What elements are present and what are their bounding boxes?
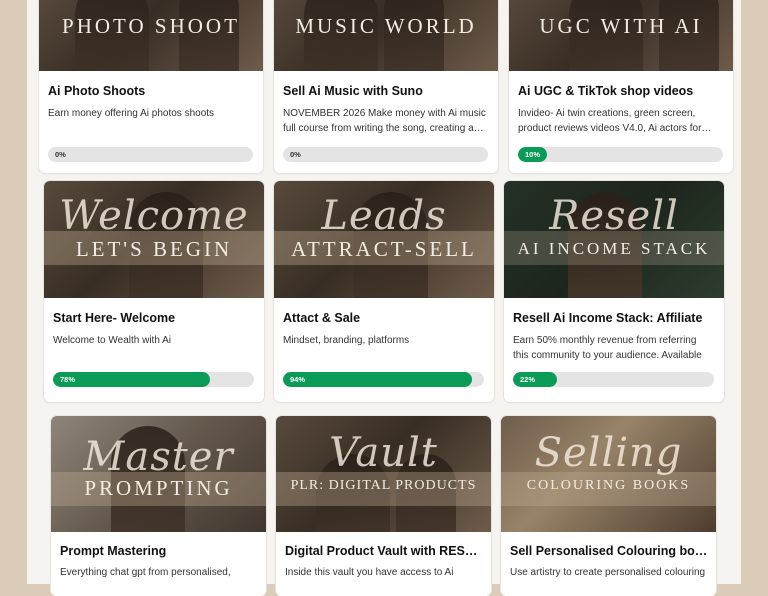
course-card-personalised-colouring-books[interactable]: Selling COLOURING BOOKS Sell Personalise… <box>501 416 716 596</box>
course-description: Everything chat gpt from personalised, <box>60 567 231 578</box>
course-title[interactable]: Ai Photo Shoots <box>48 84 255 98</box>
course-cover-image: Resell AI INCOME STACK <box>504 181 724 298</box>
course-title[interactable]: Start Here- Welcome <box>53 311 256 325</box>
cover-caption: LET'S BEGIN <box>75 237 233 261</box>
cover-caption: UGC WITH AI <box>539 14 703 38</box>
cover-script-title: Welcome <box>59 193 249 239</box>
course-card-start-here-welcome[interactable]: Welcome LET'S BEGIN Start Here- Welcome … <box>44 181 264 402</box>
course-card-attact-sale[interactable]: Leads ATTRACT-SELL Attact & Sale Mindset… <box>274 181 494 402</box>
course-progress-label: 94% <box>290 375 306 384</box>
course-description: Earn 50% monthly revenue from referring … <box>513 335 702 361</box>
course-cover-image: UGC WITH AI <box>509 0 733 71</box>
cover-caption: COLOURING BOOKS <box>526 478 691 493</box>
course-progress-bar: 0% <box>48 147 253 162</box>
course-card-sell-ai-music[interactable]: MUSIC WORLD Sell Ai Music with Suno NOVE… <box>274 0 498 173</box>
course-progress-label: 0% <box>290 150 301 159</box>
course-card-resell-ai-income-stack[interactable]: Resell AI INCOME STACK Resell Ai Income … <box>504 181 724 402</box>
course-progress-bar: 0% <box>283 147 488 162</box>
course-card-ai-ugc-tiktok[interactable]: UGC WITH AI Ai UGC & TikTok shop videos … <box>509 0 733 173</box>
cover-caption: AI INCOME STACK <box>517 239 711 258</box>
course-cover-image: MUSIC WORLD <box>274 0 498 71</box>
course-description: Earn money offering Ai photos shoots <box>48 108 215 119</box>
course-description: NOVEMBER 2026 Make money with Ai music f… <box>283 108 486 134</box>
cover-script-title: Vault <box>329 430 438 476</box>
course-progress-bar: 78% <box>53 372 254 387</box>
course-progress-bar: 10% <box>518 147 723 162</box>
course-progress-label: 78% <box>60 375 76 384</box>
cover-caption: MUSIC WORLD <box>295 14 477 38</box>
course-title[interactable]: Sell Personalised Colouring books <box>510 544 708 558</box>
course-cover-image: Leads ATTRACT-SELL <box>274 181 494 298</box>
cover-caption: PROMPTING <box>84 476 233 500</box>
course-title[interactable]: Resell Ai Income Stack: Affiliate <box>513 311 716 325</box>
course-description: Mindset, branding, platforms <box>283 335 410 346</box>
course-description: Welcome to Wealth with Ai <box>53 335 172 346</box>
course-title[interactable]: Sell Ai Music with Suno <box>283 84 490 98</box>
course-description: Use artistry to create personalised colo… <box>510 567 706 578</box>
cover-script-title: Master <box>83 434 234 480</box>
course-progress-label: 22% <box>520 375 536 384</box>
course-title[interactable]: Prompt Mastering <box>60 544 258 558</box>
course-progress-bar: 22% <box>513 372 714 387</box>
course-title[interactable]: Digital Product Vault with RESELL… <box>285 544 483 558</box>
course-progress-fill <box>53 372 210 387</box>
course-progress-label: 10% <box>525 150 541 159</box>
cover-script-title: Resell <box>549 193 679 239</box>
course-title[interactable]: Ai UGC & TikTok shop videos <box>518 84 725 98</box>
course-progress-label: 0% <box>55 150 66 159</box>
cover-caption: ATTRACT-SELL <box>291 237 477 261</box>
cover-script-title: Leads <box>321 193 447 239</box>
course-title[interactable]: Attact & Sale <box>283 311 486 325</box>
cover-caption: PHOTO SHOOT <box>62 14 240 38</box>
course-progress-bar: 94% <box>283 372 484 387</box>
course-cover-image: Master PROMPTING <box>51 416 266 532</box>
course-progress-fill <box>283 372 472 387</box>
course-card-prompt-mastering[interactable]: Master PROMPTING Prompt Mastering Everyt… <box>51 416 266 596</box>
cover-script-title: Selling <box>534 430 683 476</box>
course-cover-image: Welcome LET'S BEGIN <box>44 181 264 298</box>
course-card-digital-product-vault[interactable]: Vault PLR: DIGITAL PRODUCTS Digital Prod… <box>276 416 491 596</box>
course-description: Invideo- Ai twin creations, green screen… <box>518 108 712 134</box>
course-cover-image: PHOTO SHOOT <box>39 0 263 71</box>
course-description: Inside this vault you have access to Ai <box>285 567 454 578</box>
cover-caption: PLR: DIGITAL PRODUCTS <box>290 478 477 493</box>
course-cover-image: Vault PLR: DIGITAL PRODUCTS <box>276 416 491 532</box>
course-cover-image: Selling COLOURING BOOKS <box>501 416 716 532</box>
course-card-ai-photo-shoots[interactable]: PHOTO SHOOT Ai Photo Shoots Earn money o… <box>39 0 263 173</box>
